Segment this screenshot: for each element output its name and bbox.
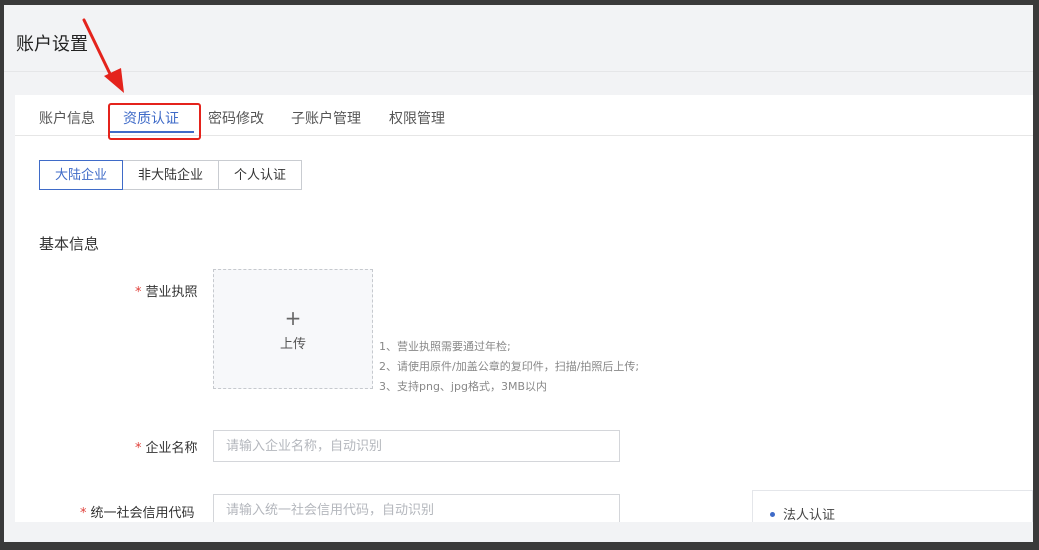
annotation-arrow-icon: [82, 18, 124, 93]
segment-mainland[interactable]: 大陆企业: [39, 160, 123, 190]
